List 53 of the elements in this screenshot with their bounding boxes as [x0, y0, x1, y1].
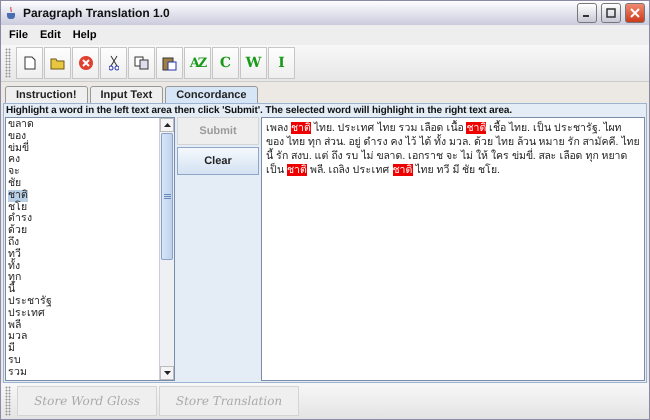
list-item[interactable]: จะ — [8, 166, 20, 178]
clipboard-icon — [162, 56, 177, 70]
list-item[interactable]: รบ — [8, 354, 21, 367]
list-item[interactable]: มี — [8, 343, 15, 355]
list-item[interactable]: ประชารัฐ — [8, 296, 52, 308]
menu-item[interactable]: Edit — [36, 27, 65, 43]
list-item[interactable]: ทุก — [8, 272, 21, 284]
toolbar-button[interactable] — [44, 47, 71, 79]
toolbar-button[interactable] — [100, 47, 127, 79]
tab[interactable]: Instruction! — [5, 86, 88, 103]
list-item[interactable]: พลี — [8, 320, 21, 332]
text-area[interactable] — [261, 117, 645, 381]
toolbar-button[interactable] — [16, 47, 43, 79]
scrollbar[interactable] — [159, 118, 174, 380]
toolbar-button[interactable] — [128, 47, 155, 79]
list-item[interactable]: ด้วย — [8, 225, 27, 237]
page-icon — [24, 56, 36, 70]
list-item[interactable]: ชโย — [8, 202, 27, 214]
list-item[interactable]: ชาติ — [8, 190, 28, 202]
minimize-button[interactable] — [577, 3, 597, 23]
toolbar-grip[interactable] — [5, 48, 11, 78]
close-icon — [630, 8, 640, 18]
list-item[interactable]: รวม — [8, 366, 27, 379]
list-item[interactable]: ถึง — [8, 236, 19, 249]
scroll-up-icon[interactable] — [160, 118, 174, 132]
list-item[interactable]: ประเทศ — [8, 308, 45, 320]
list-item[interactable]: ข่มขี่ — [8, 142, 29, 154]
list-item[interactable]: ชัย — [8, 178, 21, 190]
menu-item[interactable]: Help — [68, 27, 101, 43]
list-item[interactable]: ทั้ง — [8, 260, 20, 272]
clear-button[interactable]: Clear — [177, 147, 259, 175]
tab[interactable]: Concordance — [165, 86, 258, 103]
list-item[interactable]: ของ — [8, 130, 26, 143]
list-item[interactable]: มวล — [8, 331, 27, 344]
toolbar-button[interactable] — [156, 47, 183, 79]
close-button[interactable] — [625, 3, 645, 23]
maximize-icon — [606, 8, 616, 18]
close-icon — [78, 55, 94, 71]
list-item[interactable]: ดำรง — [8, 213, 32, 226]
toolbar-grip[interactable] — [5, 386, 11, 416]
window-title: Paragraph Translation 1.0 — [23, 6, 171, 20]
folder-icon — [50, 56, 66, 70]
menu-item[interactable]: File — [5, 27, 32, 43]
tab[interactable]: Input Text — [90, 86, 164, 103]
concordance-text: เพลง ชาติ ไทย. ประเทศ ไทย รวม เลือด เนื้อ ชาติ เชื้อ ไทย. เป็น ประชารัฐ. ไผท ของ ไทย ทุก ส่วน. อยู่ ดำรง คง ไว้ ได้ ทั้ง มวล. ด้วย ไทย ล้วน หมาย รัก สามัคคี. ไทย นี้ รัก สงบ. แต่ ถึง รบ ไม่ ขลาด. เอกราช จะ ไม่ ให้ ใคร ข่มขี่. สละ เลือด ทุก หยาด เป็น ชาติ พลี. เถลิง ประเทศ ชาติ ไทย ทวี มี ชัย ชโย. — [266, 121, 640, 177]
maximize-button[interactable] — [601, 3, 621, 23]
list-item[interactable]: ขลาด — [8, 119, 34, 131]
scroll-down-icon[interactable] — [160, 366, 174, 380]
instruction-text: Highlight a word in the left text area then click 'Submit'. The selected word will highlight in the right text area. — [5, 104, 514, 117]
copy-icon — [134, 56, 149, 70]
list-item[interactable]: คง — [8, 154, 20, 166]
scroll-thumb[interactable] — [161, 133, 173, 260]
scissors-icon — [108, 55, 118, 71]
